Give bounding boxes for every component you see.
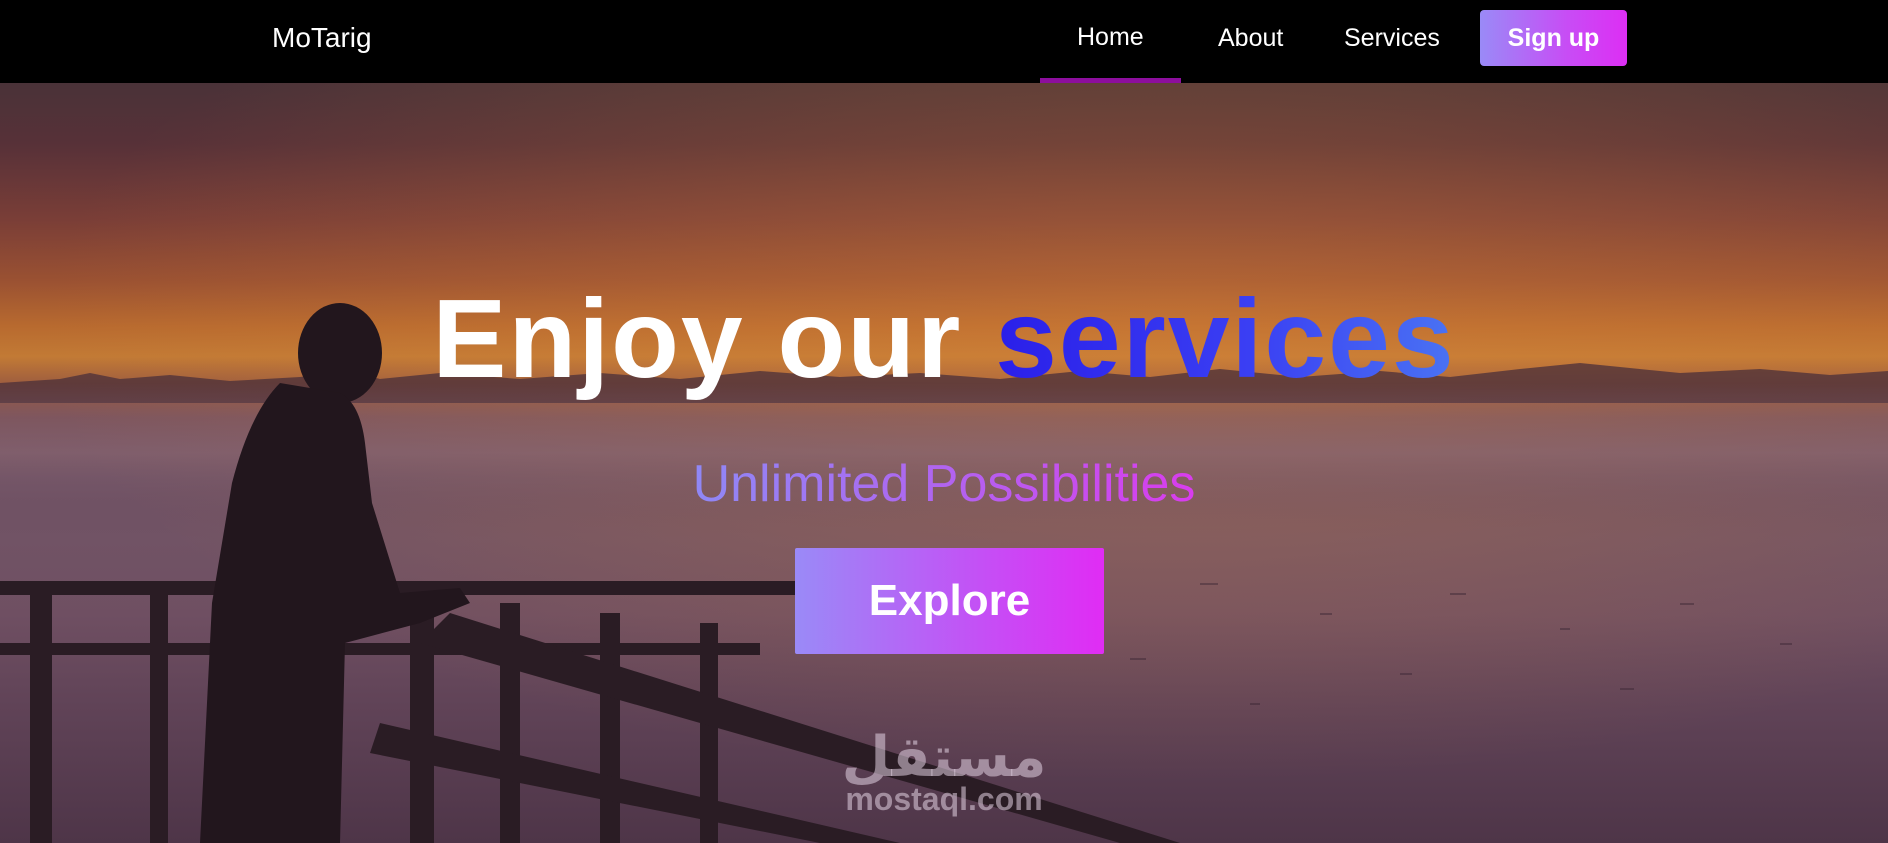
hero-section: Enjoy our services Unlimited Possibiliti… xyxy=(0,83,1888,843)
hero-title-accent: services xyxy=(995,277,1456,401)
hero-subtitle-text: Unlimited Possibilities xyxy=(692,455,1196,513)
nav-link-about[interactable]: About xyxy=(1218,19,1283,57)
hero-title-plain: Enjoy our xyxy=(432,277,996,401)
top-navbar: MoTarig Home About Services Sign up xyxy=(0,0,1888,83)
nav-link-services[interactable]: Services xyxy=(1344,19,1440,57)
brand-logo-text[interactable]: MoTarig xyxy=(272,19,372,57)
hero-title: Enjoy our services xyxy=(0,279,1888,399)
explore-button[interactable]: Explore xyxy=(795,548,1104,654)
nav-link-home[interactable]: Home xyxy=(1077,18,1144,56)
active-nav-indicator xyxy=(1040,78,1181,83)
hero-subtitle: Unlimited Possibilities xyxy=(0,453,1888,515)
watermark-arabic: مستقل xyxy=(841,725,1047,790)
watermark: مستقل mostaql.com xyxy=(834,725,1054,818)
watermark-latin: mostaql.com xyxy=(845,781,1043,817)
signup-button[interactable]: Sign up xyxy=(1480,10,1627,66)
